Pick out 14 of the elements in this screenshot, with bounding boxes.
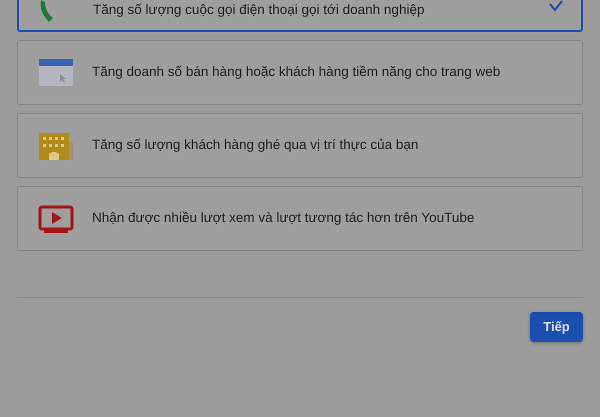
goal-option-card[interactable]: Tăng số lượng cuộc gọi điện thoại gọi tới doanh nghiệp xyxy=(17,0,583,32)
option-label: Tăng doanh số bán hàng hoặc khách hàng tiềm năng cho trang web xyxy=(92,63,502,82)
goal-option-card[interactable]: Nhận được nhiều lượt xem và lượt tương tác hơn trên YouTube xyxy=(17,186,583,251)
goal-option-card[interactable]: Tăng số lượng khách hàng ghé qua vị trí thực của bạn xyxy=(17,113,583,178)
goal-option-card[interactable]: Tăng doanh số bán hàng hoặc khách hàng tiềm năng cho trang web xyxy=(17,40,583,105)
check-icon xyxy=(549,0,563,12)
next-button[interactable]: Tiếp xyxy=(530,312,583,342)
option-label: Tăng số lượng cuộc gọi điện thoại gọi tới doanh nghiệp xyxy=(93,1,426,19)
option-label: Tăng số lượng khách hàng ghé qua vị trí thực của bạn xyxy=(92,136,420,154)
phone-icon xyxy=(39,0,53,22)
video-play-icon xyxy=(38,204,74,232)
browser-window-icon xyxy=(38,58,74,86)
building-icon xyxy=(38,132,74,160)
option-label: Nhận được nhiều lượt xem và lượt tương tác hơn trên YouTube xyxy=(92,209,476,228)
